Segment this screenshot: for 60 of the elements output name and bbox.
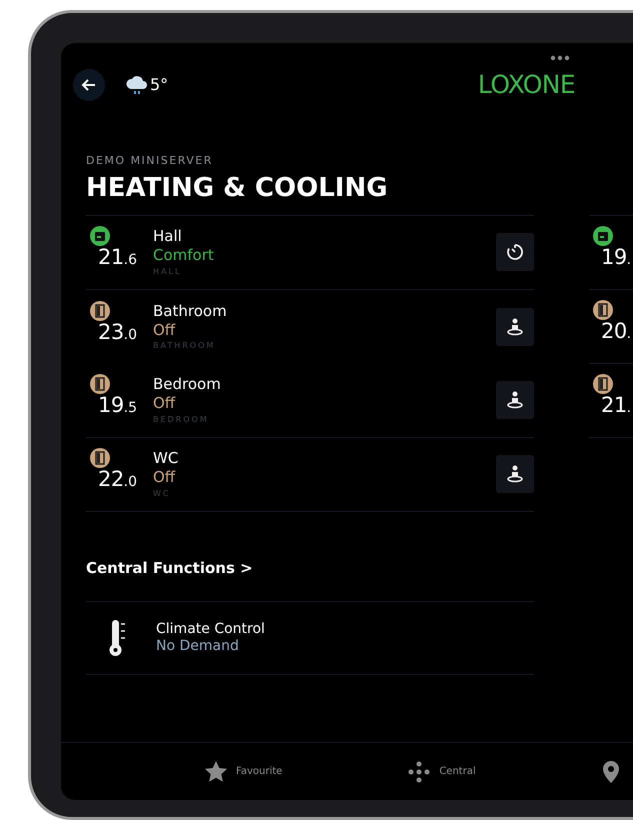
central-row[interactable]: Climate Control No Demand <box>86 601 534 675</box>
location-pin-icon <box>600 760 621 784</box>
room-status: Comfort <box>153 246 215 265</box>
calendar-icon <box>90 226 110 246</box>
back-button[interactable] <box>73 69 105 101</box>
room-label: BATHROOM <box>153 341 216 352</box>
calendar-icon <box>593 226 613 246</box>
room-status: Off <box>153 320 176 340</box>
room-action-button[interactable] <box>496 455 534 493</box>
room-row[interactable]: 20. <box>589 290 633 364</box>
room-row[interactable]: 21. <box>589 364 633 438</box>
location-tab[interactable] <box>600 760 621 784</box>
room-status: Off <box>153 394 176 413</box>
temperature-reading: 21. <box>601 392 632 419</box>
door-icon <box>90 374 110 394</box>
back-arrow-icon <box>81 77 97 93</box>
cloud-rain-icon <box>125 74 149 96</box>
temperature-reading: 19.5 <box>98 392 138 419</box>
temperature-reading: 23.0 <box>98 318 138 346</box>
room-label: BEDROOM <box>153 414 210 425</box>
room-action-button[interactable] <box>496 308 534 346</box>
temperature-reading: 21.6 <box>98 244 138 271</box>
thermometer-icon <box>108 618 126 658</box>
room-name: Bathroom <box>153 302 228 320</box>
temperature-reading: 19. <box>601 244 632 271</box>
timer-icon <box>506 243 524 261</box>
weather-temperature: 5° <box>150 74 168 96</box>
door-icon <box>90 448 110 468</box>
tab-item[interactable]: Central <box>407 760 476 784</box>
function-name: Climate Control <box>156 620 265 638</box>
temperature-reading: 22.0 <box>98 466 138 493</box>
room-row[interactable]: 19. <box>589 216 633 290</box>
more-dots-icon <box>550 55 570 61</box>
star-icon <box>204 760 228 784</box>
room-row[interactable]: 22.0 WC Off WC <box>86 438 534 512</box>
room-label: WC <box>153 488 172 499</box>
page-title: HEATING & COOLING <box>86 172 389 204</box>
room-row[interactable]: 21.6 Hall Comfort HALL <box>86 216 534 290</box>
room-action-button[interactable] <box>496 233 534 271</box>
room-action-button[interactable] <box>496 381 534 419</box>
room-status: Off <box>153 468 176 487</box>
tab-item[interactable]: Favourite <box>204 760 282 784</box>
person-icon <box>505 464 525 484</box>
door-icon <box>593 300 613 320</box>
page-subtitle: DEMO MINISERVER <box>86 153 214 169</box>
door-icon <box>90 300 110 320</box>
room-label: HALL <box>153 266 182 277</box>
room-row[interactable]: 23.0 Bathroom Off BATHROOM <box>86 290 534 364</box>
room-name: Bedroom <box>153 375 222 394</box>
room-name: WC <box>153 449 180 468</box>
door-icon <box>593 374 613 394</box>
person-icon <box>505 390 525 410</box>
temperature-reading: 20. <box>601 318 632 345</box>
logo: LOXONE <box>478 69 575 102</box>
room-row[interactable]: 19.5 Bedroom Off BEDROOM <box>86 364 534 438</box>
central-functions-link[interactable]: Central Functions > <box>61 556 633 579</box>
dots-icon <box>407 760 432 784</box>
person-icon <box>505 316 525 336</box>
room-name: Hall <box>153 227 183 246</box>
function-status: No Demand <box>156 638 240 656</box>
